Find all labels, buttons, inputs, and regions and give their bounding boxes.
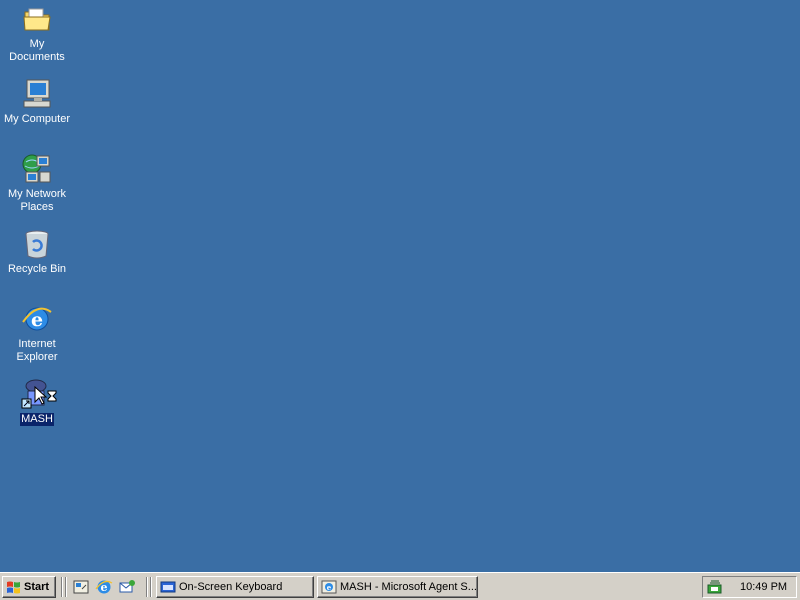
desktop[interactable]: My Documents My Computer My Network Plac… (0, 0, 800, 572)
desktop-icon-my-computer[interactable]: My Computer (0, 77, 74, 126)
taskbar-clock[interactable]: 10:49 PM (740, 581, 787, 593)
desktop-icon-label: My Documents (9, 38, 65, 63)
system-tray: 10:49 PM (702, 576, 797, 598)
recycle-bin-icon (25, 230, 49, 259)
internet-explorer-icon[interactable]: e (95, 578, 113, 596)
show-desktop-icon[interactable] (72, 578, 90, 596)
desktop-icon-mash[interactable]: MASH (0, 377, 74, 426)
start-label: Start (24, 581, 50, 593)
taskbar: Start e On-Screen Keyboard e MASH - Micr… (0, 572, 800, 600)
taskbar-separator (65, 577, 67, 597)
task-button-on-screen-keyboard[interactable]: On-Screen Keyboard (156, 576, 314, 598)
desktop-icon-label: My Network Places (7, 188, 67, 213)
start-button[interactable]: Start (2, 576, 56, 598)
my-documents-folder-icon (23, 8, 51, 31)
my-computer-icon (23, 79, 51, 108)
mash-app-icon: e (321, 580, 337, 594)
desktop-icon-label: My Computer (3, 113, 71, 125)
task-label: MASH - Microsoft Agent S... (340, 581, 477, 593)
keyboard-icon (160, 581, 176, 593)
internet-explorer-icon: e (22, 307, 52, 331)
task-label: On-Screen Keyboard (179, 581, 283, 593)
svg-text:e: e (327, 583, 332, 592)
desktop-icon-recycle-bin[interactable]: Recycle Bin (0, 227, 74, 276)
mash-shortcut-icon (21, 379, 47, 409)
desktop-icon-label: Internet Explorer (16, 338, 58, 363)
desktop-icon-internet-explorer[interactable]: e Internet Explorer (0, 302, 74, 364)
taskbar-separator (61, 577, 63, 597)
outlook-express-icon[interactable] (118, 578, 136, 596)
tray-status-icon[interactable] (706, 579, 724, 595)
desktop-icon-my-network-places[interactable]: My Network Places (0, 152, 74, 214)
taskbar-separator (150, 577, 152, 597)
desktop-icon-label: MASH (20, 413, 54, 426)
network-places-icon (22, 154, 51, 183)
windows-logo-icon (7, 581, 20, 594)
desktop-icon-my-documents[interactable]: My Documents (0, 2, 74, 64)
task-button-mash[interactable]: e MASH - Microsoft Agent S... (317, 576, 478, 598)
taskbar-separator (146, 577, 148, 597)
desktop-icon-label: Recycle Bin (7, 263, 67, 275)
